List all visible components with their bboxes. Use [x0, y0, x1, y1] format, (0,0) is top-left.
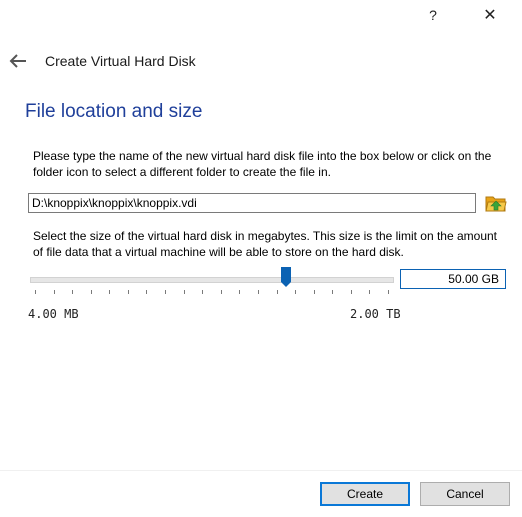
slider-tick [388, 290, 389, 294]
location-description: Please type the name of the new virtual … [33, 149, 492, 179]
back-arrow-icon[interactable] [8, 52, 28, 70]
slider-tick [295, 290, 297, 294]
size-slider-track[interactable] [30, 277, 394, 283]
slider-tick [35, 290, 36, 294]
close-button[interactable]: ✕ [467, 0, 513, 30]
slider-min-label: 4.00 MB [28, 307, 79, 321]
slider-tick [332, 290, 334, 294]
slider-tick [90, 290, 92, 294]
footer-divider [0, 470, 522, 471]
help-button[interactable]: ? [410, 0, 456, 30]
slider-ticks [0, 290, 522, 296]
page-title: File location and size [25, 101, 203, 122]
help-icon: ? [429, 7, 437, 23]
slider-tick [109, 290, 111, 294]
slider-tick [369, 290, 371, 294]
folder-open-icon[interactable] [485, 193, 507, 213]
size-slider-handle[interactable] [281, 267, 291, 287]
wizard-title: Create Virtual Hard Disk [45, 53, 196, 69]
size-description: Select the size of the virtual hard disk… [33, 229, 498, 259]
file-path-input[interactable] [28, 193, 476, 213]
slider-tick [276, 290, 278, 294]
slider-tick [165, 290, 167, 294]
slider-tick [350, 290, 352, 294]
slider-tick [257, 290, 259, 294]
slider-tick [72, 290, 74, 294]
create-button[interactable]: Create [320, 482, 410, 506]
slider-max-label: 2.00 TB [350, 307, 401, 321]
slider-tick [127, 290, 129, 294]
slider-tick [183, 290, 185, 294]
close-icon: ✕ [483, 7, 497, 24]
slider-tick [202, 290, 204, 294]
slider-tick [239, 290, 241, 294]
size-input[interactable] [400, 269, 506, 289]
slider-tick [313, 290, 315, 294]
slider-tick [220, 290, 222, 294]
slider-tick [53, 290, 55, 294]
cancel-button[interactable]: Cancel [420, 482, 510, 506]
slider-tick [146, 290, 148, 294]
